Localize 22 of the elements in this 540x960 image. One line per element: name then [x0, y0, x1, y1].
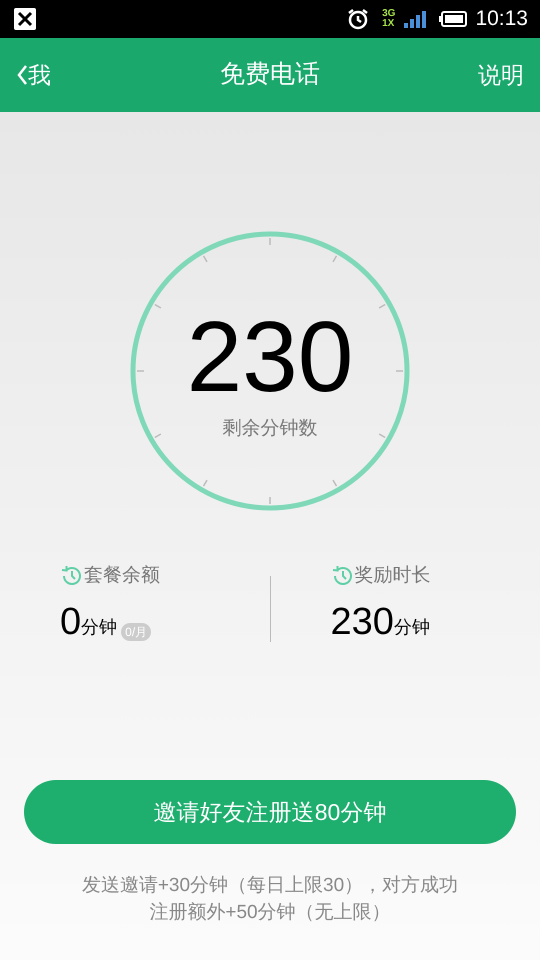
back-button[interactable]: 我: [16, 58, 51, 92]
help-link[interactable]: 说明: [478, 58, 524, 92]
stat-label: 套餐余额: [84, 564, 160, 588]
network-type: 1X: [382, 19, 396, 29]
invite-note: 注册额外+50分钟（无上限）: [149, 901, 391, 925]
stat-value: 230: [330, 602, 394, 640]
stat-value: 0: [60, 602, 82, 640]
stat-unit: 分钟: [394, 616, 430, 638]
app-notification-icon: [12, 6, 38, 32]
network-type: 3G: [382, 9, 396, 19]
battery-icon: [439, 11, 468, 27]
dial-label: 剩余分钟数: [222, 416, 318, 441]
page-title: 免费电话: [220, 59, 320, 90]
stat-label: 奖励时长: [354, 564, 430, 588]
signal-icon: [403, 9, 428, 29]
invite-button[interactable]: 邀请好友注册送80分钟: [24, 780, 516, 844]
chevron-left-icon: [16, 64, 28, 86]
alarm-icon: [346, 7, 370, 31]
invite-note: 发送邀请+30分钟（每日上限30），对方成功: [82, 874, 458, 898]
stat-unit: 分钟: [81, 616, 118, 638]
clock-time: 10:13: [475, 6, 528, 32]
minutes-remaining: 230: [186, 306, 354, 407]
